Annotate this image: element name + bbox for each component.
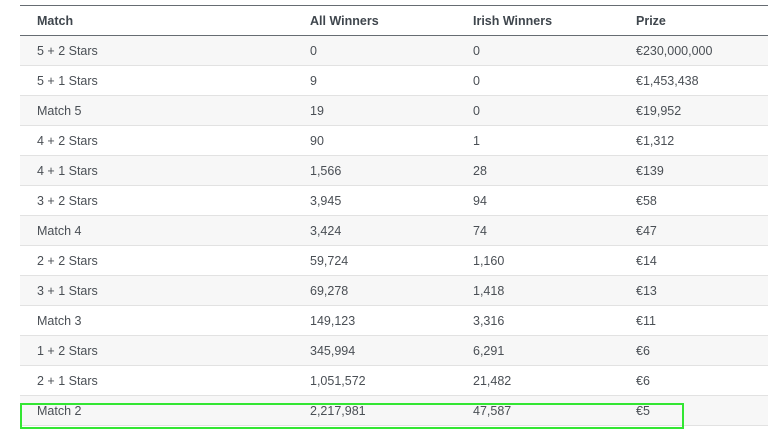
cell-irish-winners: 6,291 — [456, 335, 619, 366]
table-row: 5 + 2 Stars 0 0 €230,000,000 — [20, 35, 768, 66]
header-prize: Prize — [619, 5, 768, 36]
cell-all-winners: 1,566 — [293, 155, 456, 186]
cell-irish-winners: 1,418 — [456, 275, 619, 306]
cell-prize: €139 — [619, 155, 768, 186]
cell-prize: €11 — [619, 305, 768, 336]
cell-match: 5 + 1 Stars — [20, 65, 293, 96]
table-row: 1 + 2 Stars 345,994 6,291 €6 — [20, 335, 768, 366]
cell-irish-winners: 3,316 — [456, 305, 619, 336]
cell-prize: €6 — [619, 335, 768, 366]
cell-all-winners: 9 — [293, 65, 456, 96]
cell-prize: €5 — [619, 395, 768, 426]
table-row: Match 4 3,424 74 €47 — [20, 215, 768, 246]
cell-all-winners: 1,051,572 — [293, 365, 456, 396]
table-row: 4 + 2 Stars 90 1 €1,312 — [20, 125, 768, 156]
cell-all-winners: 0 — [293, 35, 456, 66]
cell-all-winners: 2,217,981 — [293, 395, 456, 426]
cell-match: Match 2 — [20, 395, 293, 426]
cell-irish-winners: 94 — [456, 185, 619, 216]
cell-irish-winners: 21,482 — [456, 365, 619, 396]
cell-prize: €1,312 — [619, 125, 768, 156]
cell-all-winners: 69,278 — [293, 275, 456, 306]
cell-all-winners: 3,945 — [293, 185, 456, 216]
cell-prize: €47 — [619, 215, 768, 246]
table-header: Match All Winners Irish Winners Prize — [20, 5, 768, 36]
cell-prize: €14 — [619, 245, 768, 276]
table-row: 5 + 1 Stars 9 0 €1,453,438 — [20, 65, 768, 96]
cell-match: 4 + 2 Stars — [20, 125, 293, 156]
cell-match: 5 + 2 Stars — [20, 35, 293, 66]
table-row: Match 3 149,123 3,316 €11 — [20, 305, 768, 336]
cell-match: 3 + 2 Stars — [20, 185, 293, 216]
table-row: 4 + 1 Stars 1,566 28 €139 — [20, 155, 768, 186]
cell-prize: €1,453,438 — [619, 65, 768, 96]
cell-all-winners: 59,724 — [293, 245, 456, 276]
header-irish-winners: Irish Winners — [456, 5, 619, 36]
cell-prize: €13 — [619, 275, 768, 306]
cell-all-winners: 149,123 — [293, 305, 456, 336]
table-row: 3 + 1 Stars 69,278 1,418 €13 — [20, 275, 768, 306]
cell-prize: €230,000,000 — [619, 35, 768, 66]
cell-match: 3 + 1 Stars — [20, 275, 293, 306]
header-match: Match — [20, 5, 293, 36]
cell-match: Match 5 — [20, 95, 293, 126]
cell-all-winners: 345,994 — [293, 335, 456, 366]
table-row-highlighted: Match 2 2,217,981 47,587 €5 — [20, 395, 768, 426]
header-all-winners: All Winners — [293, 5, 456, 36]
cell-all-winners: 3,424 — [293, 215, 456, 246]
cell-prize: €19,952 — [619, 95, 768, 126]
cell-prize: €58 — [619, 185, 768, 216]
cell-irish-winners: 1,160 — [456, 245, 619, 276]
cell-all-winners: 19 — [293, 95, 456, 126]
cell-match: 4 + 1 Stars — [20, 155, 293, 186]
header-row: Match All Winners Irish Winners Prize — [20, 5, 768, 36]
cell-irish-winners: 28 — [456, 155, 619, 186]
table-row: Match 5 19 0 €19,952 — [20, 95, 768, 126]
cell-match: Match 4 — [20, 215, 293, 246]
cell-irish-winners: 1 — [456, 125, 619, 156]
cell-match: 2 + 2 Stars — [20, 245, 293, 276]
results-table: Match All Winners Irish Winners Prize 5 … — [20, 5, 768, 426]
cell-match: 2 + 1 Stars — [20, 365, 293, 396]
cell-irish-winners: 0 — [456, 35, 619, 66]
cell-irish-winners: 47,587 — [456, 395, 619, 426]
cell-match: 1 + 2 Stars — [20, 335, 293, 366]
cell-match: Match 3 — [20, 305, 293, 336]
table-body: 5 + 2 Stars 0 0 €230,000,000 5 + 1 Stars… — [20, 35, 768, 426]
table-row: 3 + 2 Stars 3,945 94 €58 — [20, 185, 768, 216]
cell-all-winners: 90 — [293, 125, 456, 156]
table-row: 2 + 2 Stars 59,724 1,160 €14 — [20, 245, 768, 276]
cell-irish-winners: 0 — [456, 65, 619, 96]
cell-prize: €6 — [619, 365, 768, 396]
table-row: 2 + 1 Stars 1,051,572 21,482 €6 — [20, 365, 768, 396]
cell-irish-winners: 0 — [456, 95, 619, 126]
cell-irish-winners: 74 — [456, 215, 619, 246]
